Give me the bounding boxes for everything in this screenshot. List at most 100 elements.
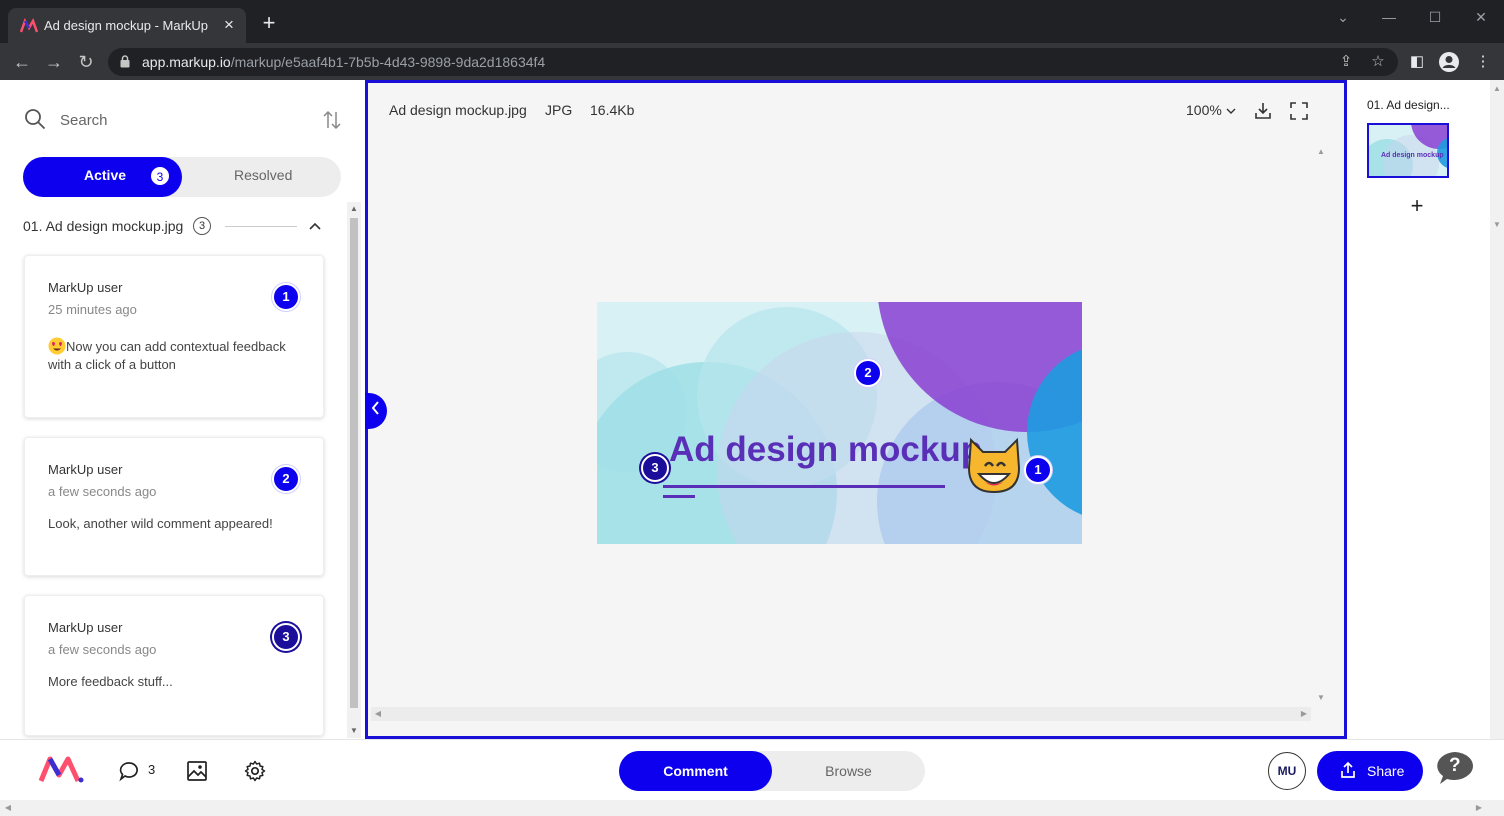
gear-icon[interactable] <box>244 760 266 782</box>
comments-icon[interactable] <box>118 760 140 782</box>
scroll-down-icon[interactable]: ▼ <box>1492 220 1502 230</box>
maximize-icon[interactable]: ☐ <box>1420 6 1450 28</box>
address-bar: ← → ↻ app.markup.io/markup/e5aaf4b1-7b5b… <box>0 43 1504 80</box>
scroll-right-icon[interactable]: ▶ <box>1474 803 1484 813</box>
file-group-header[interactable]: 01. Ad design mockup.jpg 3 <box>23 216 333 238</box>
comment-text: Look, another wild comment appeared! <box>48 516 273 531</box>
help-button[interactable]: ? <box>1434 750 1476 786</box>
scroll-up-icon[interactable]: ▲ <box>1316 147 1326 157</box>
chevron-up-icon[interactable] <box>307 216 323 236</box>
viewer-horizontal-scrollbar[interactable]: ◀ ▶ <box>371 707 1311 721</box>
reload-icon[interactable]: ↻ <box>73 49 99 75</box>
image-pin[interactable]: 3 <box>641 454 669 482</box>
image-viewer[interactable]: Ad design mockup.jpg JPG 16.4Kb 100% Ad … <box>365 80 1347 739</box>
comment-text: Now you can add contextual feedback with… <box>48 339 286 372</box>
scrollbar-thumb[interactable] <box>350 218 358 708</box>
comment-time: a few seconds ago <box>48 642 157 657</box>
file-size: 16.4Kb <box>590 102 635 118</box>
tab-title: Ad design mockup - MarkUp <box>44 18 209 33</box>
share-label: Share <box>1367 763 1405 779</box>
url-field[interactable]: app.markup.io/markup/e5aaf4b1-7b5b-4d43-… <box>108 48 1398 76</box>
scroll-up-icon[interactable]: ▲ <box>1492 84 1502 94</box>
scroll-down-icon[interactable]: ▼ <box>1316 693 1326 703</box>
share-page-icon[interactable]: ⇪ <box>1337 53 1355 71</box>
back-icon[interactable]: ← <box>9 49 35 75</box>
image-pin[interactable]: 2 <box>854 359 882 387</box>
design-image[interactable]: Ad design mockup <box>597 302 1082 544</box>
profile-icon[interactable] <box>1438 51 1460 73</box>
image-icon[interactable] <box>186 760 208 782</box>
thumbnail-title: Ad design mockup <box>1381 152 1444 159</box>
file-group-title: 01. Ad design mockup.jpg <box>23 218 184 234</box>
tab-search-icon[interactable]: ⌄ <box>1328 6 1358 28</box>
page-thumbnail[interactable]: Ad design mockup <box>1367 123 1449 178</box>
filter-active-label: Active <box>84 167 127 183</box>
page-horizontal-scrollbar[interactable]: ◀ ▶ <box>0 800 1504 816</box>
design-underline-short <box>663 495 695 498</box>
comment-pin-number: 3 <box>272 623 300 651</box>
chevron-down-icon <box>1226 108 1236 114</box>
scroll-up-icon[interactable]: ▲ <box>349 204 359 214</box>
bottom-toolbar: 3 Comment Browse MU Share ? <box>0 739 1504 800</box>
bookmark-star-icon[interactable]: ☆ <box>1369 53 1387 71</box>
heart-eyes-emoji-icon <box>48 337 66 355</box>
comment-text: More feedback stuff... <box>48 674 173 689</box>
comment-author: MarkUp user <box>48 620 123 635</box>
comment-card[interactable]: MarkUp user a few seconds ago 3 More fee… <box>24 595 324 736</box>
comment-mode-button[interactable]: Comment <box>619 751 772 791</box>
collapse-sidebar-button[interactable] <box>365 393 387 429</box>
avatar[interactable]: MU <box>1268 752 1306 790</box>
new-tab-icon[interactable]: + <box>258 12 280 34</box>
scroll-left-icon[interactable]: ◀ <box>3 803 13 813</box>
file-name: Ad design mockup.jpg <box>389 102 527 118</box>
markup-logo-icon[interactable] <box>38 754 84 784</box>
side-panel-icon[interactable]: ◧ <box>1406 51 1428 73</box>
markup-favicon-icon <box>20 18 38 33</box>
sort-icon[interactable] <box>322 108 342 132</box>
minimize-icon[interactable]: — <box>1374 6 1404 28</box>
image-pin[interactable]: 1 <box>1024 456 1052 484</box>
browse-mode-button[interactable]: Browse <box>772 751 925 791</box>
zoom-value: 100% <box>1186 102 1222 118</box>
design-title: Ad design mockup <box>669 430 983 469</box>
zoom-dropdown[interactable]: 100% <box>1186 102 1236 118</box>
forward-icon[interactable]: → <box>41 49 67 75</box>
file-type: JPG <box>545 102 573 118</box>
help-label: ? <box>1449 755 1461 776</box>
browser-menu-icon[interactable]: ⋮ <box>1472 51 1494 73</box>
comment-time: 25 minutes ago <box>48 302 137 317</box>
add-page-icon[interactable]: + <box>1405 194 1429 218</box>
url-host: app.markup.io <box>142 54 231 70</box>
browser-tab[interactable]: Ad design mockup - MarkUp × <box>8 8 246 43</box>
download-icon[interactable] <box>1253 101 1273 121</box>
scroll-left-icon[interactable]: ◀ <box>373 709 383 719</box>
pages-scrollbar[interactable]: ▲ ▼ <box>1490 80 1504 739</box>
chevron-left-icon <box>371 401 379 415</box>
sidebar-scrollbar[interactable]: ▲ ▼ <box>347 202 361 738</box>
thumbnail-background <box>1369 125 1447 176</box>
comment-card[interactable]: MarkUp user 25 minutes ago 1 Now you can… <box>24 255 324 418</box>
share-icon <box>1341 761 1355 778</box>
fullscreen-icon[interactable] <box>1289 101 1309 121</box>
comment-pin-number: 2 <box>272 465 300 493</box>
grinning-cat-emoji-icon <box>967 437 1021 494</box>
filter-resolved-button[interactable]: Resolved <box>234 167 292 183</box>
comment-pin-number: 1 <box>272 283 300 311</box>
filter-active-button[interactable]: Active 3 <box>23 157 182 197</box>
tab-close-icon[interactable]: × <box>218 14 240 36</box>
viewer-vertical-scrollbar[interactable]: ▲ ▼ <box>1314 145 1328 705</box>
comment-text-block: Now you can add contextual feedback with… <box>48 337 310 374</box>
design-underline <box>663 485 945 488</box>
search-icon <box>25 109 46 130</box>
comment-time: a few seconds ago <box>48 484 157 499</box>
comment-card[interactable]: MarkUp user a few seconds ago 2 Look, an… <box>24 437 324 576</box>
scroll-down-icon[interactable]: ▼ <box>349 726 359 736</box>
active-count-badge: 3 <box>150 166 170 186</box>
window-close-icon[interactable]: ✕ <box>1466 6 1496 28</box>
scroll-right-icon[interactable]: ▶ <box>1299 709 1309 719</box>
viewer-header: Ad design mockup.jpg JPG 16.4Kb 100% <box>368 83 1344 139</box>
share-button[interactable]: Share <box>1317 751 1423 791</box>
browser-tab-bar: Ad design mockup - MarkUp × + ⌄ — ☐ ✕ <box>0 0 1504 43</box>
search-input[interactable] <box>60 110 300 130</box>
comments-sidebar: Active 3 Resolved 01. Ad design mockup.j… <box>0 80 365 738</box>
